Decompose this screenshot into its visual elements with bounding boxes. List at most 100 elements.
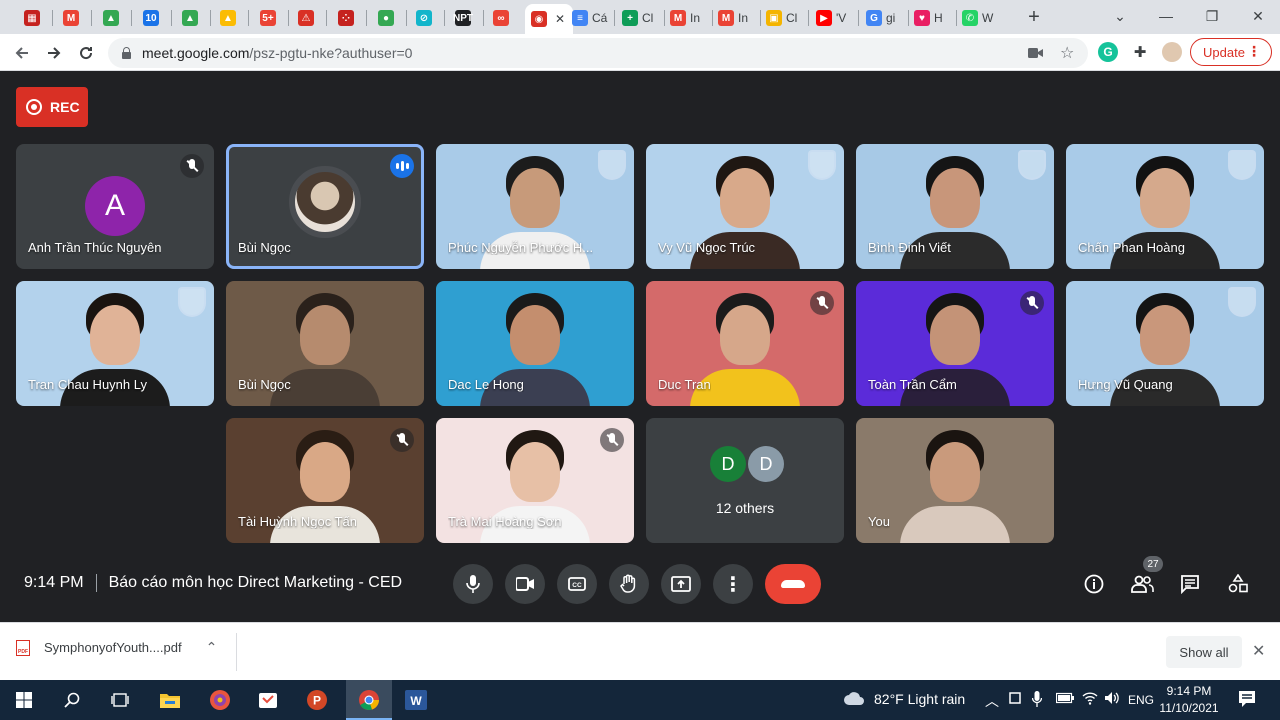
chrome-icon[interactable] [355,686,383,714]
participant-tile[interactable]: A Anh Trần Thúc Nguyên [16,144,214,269]
tab-search-button[interactable]: ⌄ [1100,4,1140,28]
browser-tab[interactable]: ≡ Cá [566,4,610,32]
microphone-button[interactable] [453,564,493,604]
browser-tab[interactable]: ● [372,4,402,32]
browser-tab[interactable]: ✆ W [956,4,1000,32]
profile-avatar[interactable] [1162,42,1182,62]
tab-favicon-icon: G [866,10,882,26]
browser-tab[interactable]: ▲ [97,4,127,32]
show-all-button[interactable]: Show all [1166,636,1242,668]
volume-icon[interactable] [1104,691,1120,708]
tab-favicon-icon: NPT [453,10,473,26]
participant-tile[interactable]: Vy Vũ Ngọc Trúc [646,144,844,269]
camera-in-use-icon[interactable] [1028,46,1044,62]
update-button[interactable]: Update ⋮ [1190,38,1272,66]
avatar: D [710,446,746,482]
browser-tab[interactable]: 10 [137,4,167,32]
browser-tab[interactable]: ⁘ [332,4,362,32]
participant-tile[interactable]: Toàn Trần Cẩm [856,281,1054,406]
recording-indicator[interactable]: REC [16,87,88,127]
restore-button[interactable]: ❐ [1192,4,1232,28]
participant-tile[interactable]: Trà Mai Hoàng Sơn [436,418,634,543]
people-button[interactable] [1126,568,1158,600]
browser-tab[interactable]: ▶ 'V [810,4,854,32]
new-tab-button[interactable]: + [1022,5,1046,29]
browser-tab[interactable]: M [57,4,87,32]
clock-time: 9:14 PM [1166,684,1212,698]
file-explorer-icon[interactable] [156,686,184,714]
browser-tab[interactable]: ▦ [18,4,48,32]
search-icon[interactable] [58,686,86,714]
close-download-shelf-button[interactable]: ✕ [1252,641,1265,661]
grammarly-extension-icon[interactable]: G [1098,42,1118,62]
participant-tile[interactable]: Tran Chau Huynh Ly [16,281,214,406]
more-options-button[interactable]: ⋮ [713,564,753,604]
network-adapter-icon[interactable] [1008,691,1022,708]
minimize-button[interactable]: — [1146,4,1186,28]
notification-center-icon[interactable] [1238,690,1256,711]
browser-tab[interactable]: ▲ [176,4,206,32]
clock-date: 11/10/2021 [1159,701,1219,715]
close-window-button[interactable]: ✕ [1238,4,1278,28]
activities-button[interactable] [1222,568,1254,600]
browser-tab[interactable]: ▲ [214,4,244,32]
meeting-details-button[interactable] [1078,568,1110,600]
back-button[interactable] [9,40,35,66]
chevron-up-icon[interactable]: ⌃ [206,639,218,656]
battery-icon[interactable] [1055,691,1074,707]
participant-tile[interactable]: Chấn Phan Hoàng [1066,144,1264,269]
download-item[interactable]: PDF SymphonyofYouth....pdf ⌃ [16,639,217,656]
chevron-up-icon[interactable]: ︿ [985,691,999,711]
input-language[interactable]: ENG [1128,693,1154,707]
weather-cloud-icon[interactable] [843,689,865,710]
browser-tab[interactable]: ⚠ [292,4,322,32]
task-view-icon[interactable] [106,686,134,714]
microphone-tray-icon[interactable] [1031,691,1043,710]
participant-tile[interactable]: Tài Huỳnh Ngọc Tấn [226,418,424,543]
browser-tab[interactable]: 5+ [254,4,284,32]
participant-tile[interactable]: D D 12 others [646,418,844,543]
ced-shield-logo-icon [178,287,206,317]
system-clock[interactable]: 9:14 PM 11/10/2021 [1158,683,1220,717]
browser-tab[interactable]: Ggi [860,4,904,32]
app-swirl-icon[interactable] [206,686,234,714]
chat-button[interactable] [1174,568,1206,600]
present-screen-button[interactable] [661,564,701,604]
camera-button[interactable] [505,564,545,604]
captions-button[interactable]: CC [557,564,597,604]
browser-tab[interactable]: NPT [449,4,479,32]
participant-tile[interactable]: Duc Tran [646,281,844,406]
browser-tab[interactable]: + Cl [616,4,660,32]
participant-tile[interactable]: Dac Le Hong [436,281,634,406]
windows-start-icon[interactable] [10,686,38,714]
leave-call-button[interactable] [765,564,821,604]
participant-name: Trà Mai Hoàng Sơn [448,514,562,529]
browser-tab[interactable]: M In [664,4,708,32]
participant-tile[interactable]: Hưng Vũ Quang [1066,281,1264,406]
participant-tile[interactable]: Bùi Ngọc [226,144,424,269]
powerpoint-icon[interactable]: P [303,686,331,714]
reload-button[interactable] [73,40,99,66]
browser-tab[interactable]: ∞ [487,4,517,32]
participant-tile[interactable]: Phúc Nguyễn Phước H... [436,144,634,269]
wifi-icon[interactable] [1082,691,1098,708]
weather-text[interactable]: 82°F Light rain [874,691,965,707]
participant-tile[interactable]: Bùi Ngọc [226,281,424,406]
participant-tile[interactable]: Bình Đinh Viết [856,144,1054,269]
download-file-name: SymphonyofYouth....pdf [44,640,182,655]
address-bar[interactable]: meet.google.com/psz-pgtu-nke?authuser=0 … [108,38,1088,68]
word-icon[interactable]: W [402,686,430,714]
participant-tile[interactable]: You [856,418,1054,543]
snipping-tool-icon[interactable] [254,686,282,714]
browser-tab[interactable]: ▣ Cl [760,4,804,32]
raise-hand-button[interactable] [609,564,649,604]
browser-tab[interactable]: ♥ H [908,4,952,32]
tab-separator [210,10,211,26]
bookmark-star-icon[interactable]: ☆ [1060,43,1074,63]
browser-tab[interactable]: ⊘ [410,4,440,32]
browser-tab[interactable]: M In [712,4,756,32]
close-tab-icon[interactable]: ✕ [555,12,565,26]
extensions-puzzle-icon[interactable]: ✚ [1130,42,1150,62]
tab-separator [858,10,859,26]
forward-button[interactable] [41,40,67,66]
